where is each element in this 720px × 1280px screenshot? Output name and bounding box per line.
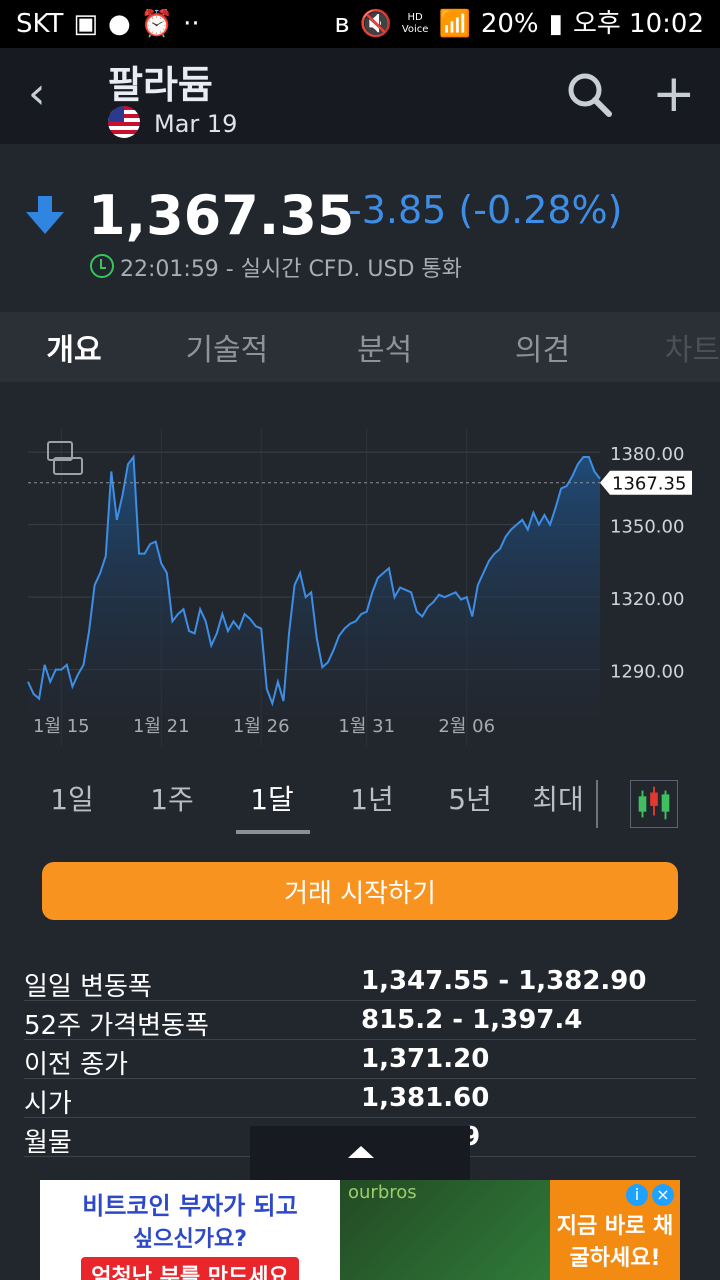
contract-month[interactable]: Mar 19 bbox=[154, 110, 237, 138]
tab-bar: 개요 기술적 분석 의견 차트 bbox=[0, 312, 720, 382]
y-tick-label: 1290.00 bbox=[610, 662, 684, 683]
battery-icon: ▮ bbox=[548, 9, 563, 39]
ad-cta-text: 지금 바로 채굴하세요! bbox=[556, 1214, 674, 1271]
stats-key: 52주 가격변동폭 bbox=[24, 1011, 209, 1041]
back-arrow-icon[interactable]: ‹ bbox=[28, 68, 46, 119]
stats-value: 815.2 - 1,397.4 bbox=[361, 1005, 583, 1035]
range-active-indicator bbox=[236, 830, 310, 834]
mute-icon: 🔇 bbox=[359, 9, 392, 39]
tab-analysis[interactable]: 분석 bbox=[306, 325, 464, 369]
start-trading-button[interactable]: 거래 시작하기 bbox=[42, 862, 678, 920]
ad-controls: i × bbox=[626, 1184, 674, 1206]
candlestick-icon[interactable] bbox=[630, 780, 678, 828]
y-tick-label: 1350.00 bbox=[610, 517, 684, 538]
price-chart[interactable]: 1380.001350.001320.001290.001월 151월 211월… bbox=[0, 398, 720, 758]
app-bar: ‹ 팔라듐 Mar 19 + bbox=[0, 48, 720, 144]
tab-chart[interactable]: 차트 bbox=[621, 325, 720, 369]
ad-line3: 엄청난 부를 만드세요 bbox=[81, 1257, 299, 1280]
info-icon[interactable]: i bbox=[626, 1184, 648, 1206]
ad-text: 비트코인 부자가 되고 싶으신가요? 엄청난 부를 만드세요 bbox=[40, 1180, 340, 1280]
battery-label: 20% bbox=[480, 9, 539, 39]
price-panel: 1,367.35 -3.85 (-0.28%) 22:01:59 - 실시간 C… bbox=[0, 144, 720, 312]
expand-sheet-handle[interactable] bbox=[250, 1126, 470, 1180]
instrument-title: 팔라듐 bbox=[108, 63, 213, 107]
tab-opinion[interactable]: 의견 bbox=[464, 325, 622, 369]
stats-value: 1,347.55 - 1,382.90 bbox=[361, 966, 647, 996]
stats-key: 월물 bbox=[24, 1128, 72, 1158]
wifi-icon: 📶 bbox=[438, 9, 471, 39]
range-max[interactable]: 최대 bbox=[518, 778, 598, 818]
plus-icon[interactable]: + bbox=[652, 64, 696, 124]
voice-label: Voice bbox=[401, 24, 429, 35]
stats-key: 시가 bbox=[24, 1089, 72, 1119]
stats-row: 이전 종가 1,371.20 bbox=[24, 1040, 696, 1080]
range-1w[interactable]: 1주 bbox=[132, 778, 212, 818]
alarm-icon: ⏰ bbox=[140, 9, 174, 39]
last-price: 1,367.35 bbox=[88, 184, 355, 247]
stats-value: 1,381.60 bbox=[361, 1083, 490, 1113]
quote-timestamp: 22:01:59 - 실시간 CFD. USD 통화 bbox=[120, 257, 462, 282]
ad-banner[interactable]: 비트코인 부자가 되고 싶으신가요? 엄청난 부를 만드세요 ourbros 지… bbox=[40, 1180, 680, 1280]
hd-voice-icon: HD Voice bbox=[402, 12, 429, 36]
range-1d[interactable]: 1일 bbox=[32, 778, 112, 818]
clock-icon bbox=[90, 254, 114, 278]
stats-row: 일일 변동폭 1,347.55 - 1,382.90 bbox=[24, 962, 696, 1002]
tab-overview[interactable]: 개요 bbox=[0, 325, 148, 369]
tab-technical[interactable]: 기술적 bbox=[148, 325, 306, 369]
range-1y[interactable]: 1년 bbox=[332, 778, 412, 818]
image-icon: ▣ bbox=[73, 9, 98, 39]
current-value-label: 1367.35 bbox=[612, 474, 686, 495]
search-icon[interactable] bbox=[565, 70, 613, 118]
hd-label: HD bbox=[407, 12, 423, 23]
ad-line1: 비트코인 부자가 되고 bbox=[82, 1192, 298, 1220]
range-divider bbox=[596, 780, 598, 828]
stats-key: 일일 변동폭 bbox=[24, 972, 152, 1002]
price-change: -3.85 (-0.28%) bbox=[348, 188, 623, 232]
ad-image: ourbros bbox=[340, 1180, 550, 1280]
more-icon: ·· bbox=[183, 9, 200, 39]
y-tick-label: 1380.00 bbox=[610, 444, 684, 465]
stats-key: 이전 종가 bbox=[24, 1050, 128, 1080]
stats-row: 시가 1,381.60 bbox=[24, 1079, 696, 1119]
bluetooth-icon: ʙ bbox=[334, 9, 350, 39]
range-5y[interactable]: 5년 bbox=[430, 778, 510, 818]
rotate-icon[interactable] bbox=[44, 438, 88, 478]
close-icon[interactable]: × bbox=[652, 1184, 674, 1206]
y-tick-label: 1320.00 bbox=[610, 589, 684, 610]
range-1m[interactable]: 1달 bbox=[232, 778, 312, 818]
range-selector: 1일 1주 1달 1년 5년 최대 bbox=[0, 778, 720, 838]
down-arrow-icon bbox=[26, 196, 64, 234]
stats-row: 52주 가격변동폭 815.2 - 1,397.4 bbox=[24, 1001, 696, 1041]
chat-icon: ● bbox=[108, 9, 131, 39]
ad-line2: 싶으신가요? bbox=[133, 1227, 247, 1252]
clock-label: 오후 10:02 bbox=[572, 9, 704, 39]
us-flag-icon bbox=[108, 106, 140, 138]
stats-value: 1,371.20 bbox=[361, 1044, 490, 1074]
carrier-label: SKT bbox=[16, 9, 64, 39]
ad-brand: ourbros bbox=[348, 1182, 417, 1203]
status-bar: SKT ▣ ● ⏰ ·· ʙ 🔇 HD Voice 📶 20% ▮ 오후 10:… bbox=[0, 0, 720, 48]
chart-svg: 1380.001350.001320.001290.001월 151월 211월… bbox=[27, 428, 692, 746]
